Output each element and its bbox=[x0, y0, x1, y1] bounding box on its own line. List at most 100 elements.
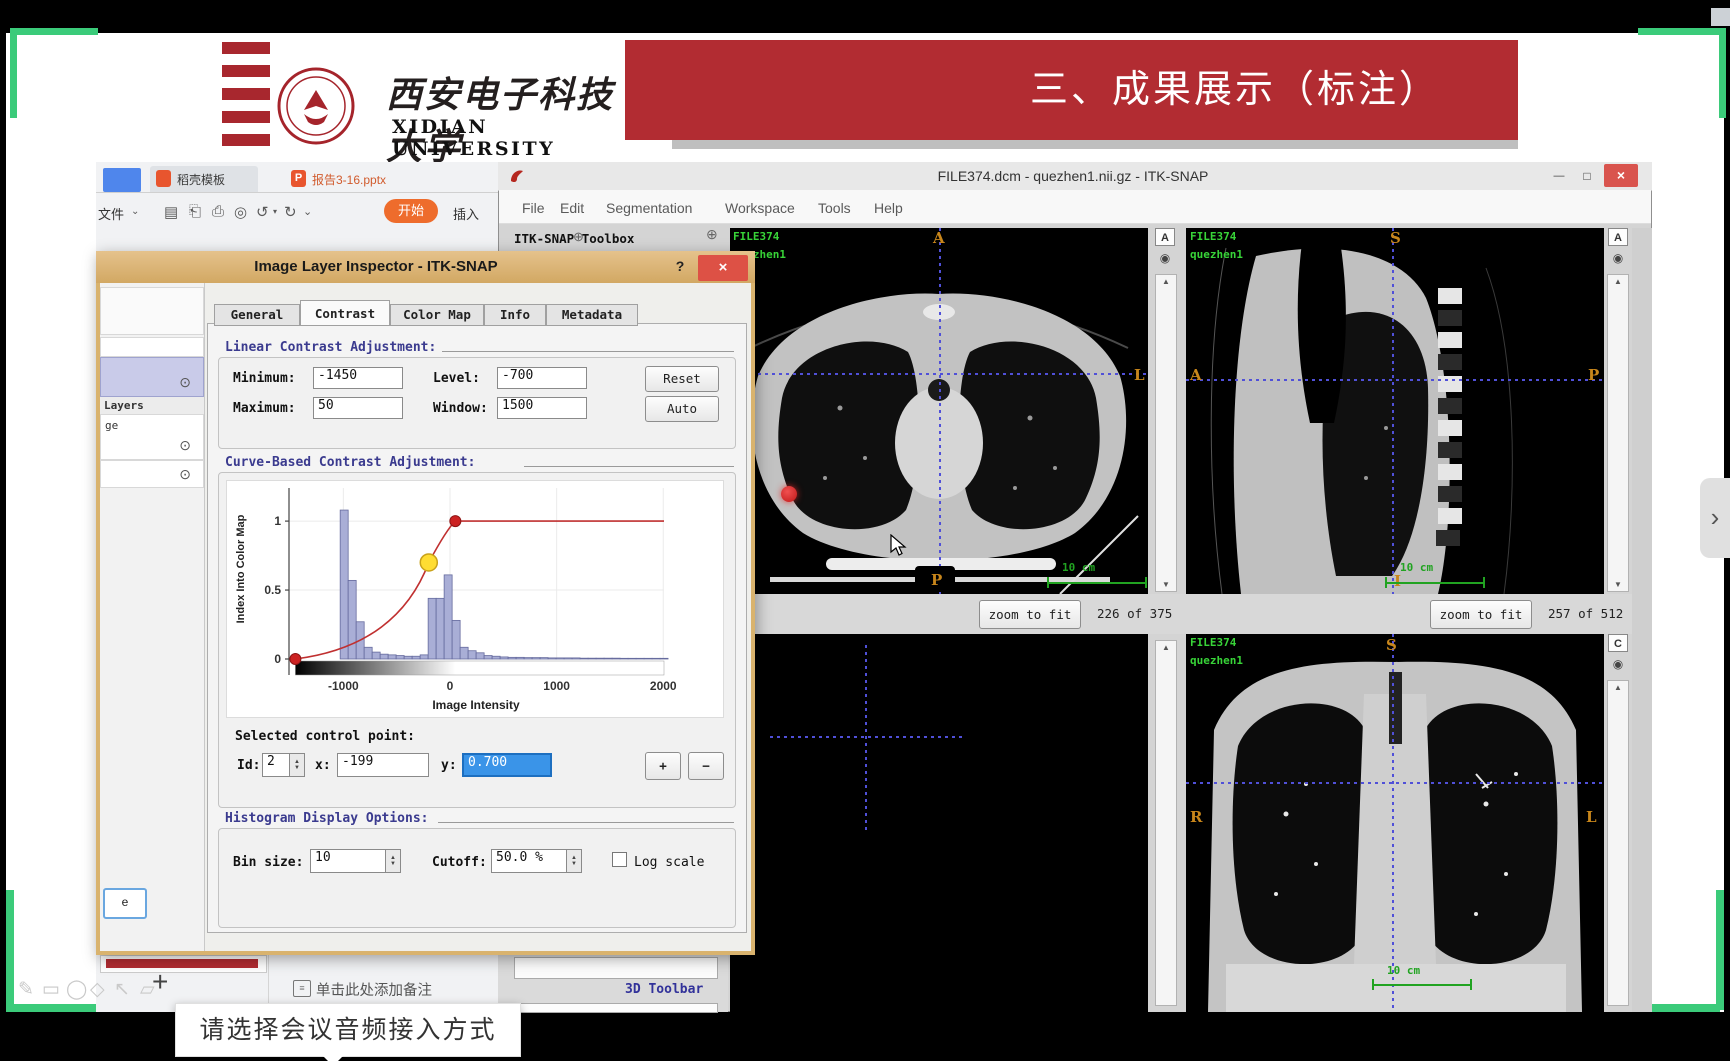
coronal-view[interactable] bbox=[1186, 634, 1604, 1012]
selected-control-point[interactable] bbox=[420, 554, 437, 571]
maximize-button[interactable]: □ bbox=[1576, 166, 1598, 186]
annotation-tool-icon-2[interactable]: A bbox=[1608, 228, 1628, 246]
level-field[interactable]: -700 bbox=[497, 367, 587, 389]
dialog-close-action-button[interactable]: e bbox=[103, 888, 147, 919]
empty-view[interactable] bbox=[730, 634, 1148, 1012]
deco-stripe bbox=[222, 42, 270, 54]
layer-options-icon[interactable]: ⊙ bbox=[179, 437, 191, 454]
close-button[interactable]: × bbox=[1604, 164, 1638, 187]
start-button[interactable]: 开始 bbox=[384, 199, 438, 223]
layer-row[interactable]: ge ⊙ bbox=[100, 414, 204, 460]
menu-edit[interactable]: Edit bbox=[560, 200, 584, 216]
auto-button[interactable]: Auto bbox=[645, 396, 719, 422]
rectangle-tool-icon[interactable]: ▭ bbox=[42, 978, 60, 1001]
wps-tab-template[interactable]: 稻壳模板 bbox=[150, 166, 258, 192]
dialog-close-button[interactable]: × bbox=[698, 255, 748, 281]
toolbar-dropdown-icon[interactable]: ⌄ bbox=[303, 205, 312, 218]
curve-control-point[interactable] bbox=[450, 516, 461, 527]
stamp-icon[interactable]: ⎗ bbox=[189, 203, 201, 220]
layer-options-icon[interactable]: ⊙ bbox=[179, 374, 191, 391]
window-field[interactable]: 1500 bbox=[497, 397, 587, 419]
scroll-up-icon[interactable]: ▲ bbox=[1156, 643, 1176, 652]
undo-icon[interactable]: ↺ bbox=[256, 203, 269, 221]
detach-icon[interactable]: ⊕ bbox=[573, 229, 584, 245]
shape-tool-icon[interactable]: ◇ bbox=[90, 978, 105, 1001]
pencil-icon[interactable]: ✎ bbox=[18, 978, 34, 1001]
menu-workspace[interactable]: Workspace bbox=[725, 200, 795, 216]
scroll-up-icon[interactable]: ▲ bbox=[1156, 277, 1176, 286]
meeting-audio-tooltip[interactable]: 请选择会议音频接入方式 bbox=[175, 1003, 521, 1057]
coronal-slice-scrollbar[interactable]: ▲ bbox=[1607, 680, 1629, 1006]
add-notes-hint[interactable]: 单击此处添加备注 bbox=[316, 979, 432, 1000]
cp-x-field[interactable]: -199 bbox=[337, 753, 429, 777]
panel-expand-chevron[interactable]: › bbox=[1700, 478, 1730, 558]
minimize-button[interactable]: — bbox=[1548, 166, 1570, 186]
layer-options-icon[interactable]: ⊙ bbox=[179, 466, 191, 483]
bin-size-field[interactable]: 10 bbox=[310, 849, 386, 873]
undo-caret-icon[interactable]: ▾ bbox=[273, 207, 277, 216]
cutoff-spinner[interactable]: ▲▼ bbox=[567, 849, 582, 873]
file-dropdown-icon[interactable]: ⌄ bbox=[131, 206, 139, 217]
id-field[interactable]: 2 bbox=[262, 753, 290, 777]
reset-button[interactable]: Reset bbox=[645, 366, 719, 392]
screenshot-camera-icon-2[interactable]: ◉ bbox=[1609, 251, 1627, 267]
tab-contrast[interactable]: Contrast bbox=[300, 300, 390, 326]
axial-slice-scrollbar[interactable]: ▲ ▼ bbox=[1155, 274, 1177, 592]
sagittal-slice-scrollbar[interactable]: ▲ ▼ bbox=[1607, 274, 1629, 592]
menu-segmentation[interactable]: Segmentation bbox=[606, 200, 692, 216]
menu-tools[interactable]: Tools bbox=[818, 200, 851, 216]
empty-view-scrollbar[interactable]: ▲ bbox=[1155, 640, 1177, 1006]
redo-icon[interactable]: ↻ bbox=[284, 203, 297, 221]
cursor-tool-icon[interactable]: ↖ bbox=[114, 978, 130, 1001]
wps-file-menu[interactable]: 文件 bbox=[98, 204, 124, 223]
add-control-point-button[interactable]: + bbox=[645, 752, 681, 780]
print-preview-icon[interactable]: ◎ bbox=[234, 203, 247, 221]
layer-row-selected[interactable]: ⊙ bbox=[100, 357, 204, 397]
log-scale-checkbox[interactable] bbox=[612, 852, 627, 867]
scroll-up-icon[interactable]: ▲ bbox=[1608, 277, 1628, 286]
layer-row[interactable] bbox=[100, 287, 204, 335]
maximum-field[interactable]: 50 bbox=[313, 397, 403, 419]
wps-tab-current[interactable] bbox=[103, 168, 141, 192]
layer-row[interactable]: ⊙ bbox=[100, 460, 204, 488]
layer-row[interactable] bbox=[100, 337, 204, 357]
ellipse-tool-icon[interactable]: ◯ bbox=[66, 978, 87, 1001]
id-spinner[interactable]: ▲▼ bbox=[290, 753, 305, 777]
scroll-down-icon[interactable]: ▼ bbox=[1156, 580, 1176, 589]
screenshot-camera-icon-3[interactable]: ◉ bbox=[1609, 657, 1627, 673]
wps-tab-document[interactable]: P 报告3-16.pptx bbox=[285, 166, 415, 192]
menu-file[interactable]: File bbox=[522, 200, 545, 216]
minimum-field[interactable]: -1450 bbox=[313, 367, 403, 389]
sagittal-view[interactable] bbox=[1186, 228, 1604, 594]
layer-row-label: ge bbox=[105, 419, 118, 432]
screenshot-c-icon[interactable]: C bbox=[1608, 634, 1628, 652]
curve-control-point[interactable] bbox=[290, 654, 301, 665]
bin-size-spinner[interactable]: ▲▼ bbox=[386, 849, 401, 873]
cutoff-field[interactable]: 50.0 % bbox=[491, 849, 567, 873]
toolbox-bottom-field[interactable] bbox=[514, 957, 718, 979]
tab-info[interactable]: Info bbox=[484, 304, 546, 326]
scroll-up-icon[interactable]: ▲ bbox=[1608, 683, 1628, 692]
toolbox-bottom-field-2[interactable] bbox=[514, 1003, 718, 1013]
remove-control-point-button[interactable]: − bbox=[688, 752, 724, 780]
scroll-down-icon[interactable]: ▼ bbox=[1608, 580, 1628, 589]
tab-color-map[interactable]: Color Map bbox=[390, 304, 484, 326]
screenshot-camera-icon[interactable]: ◉ bbox=[1156, 251, 1174, 267]
tab-general[interactable]: General bbox=[214, 304, 300, 326]
save-icon[interactable]: ▤ bbox=[164, 203, 178, 221]
menu-help[interactable]: Help bbox=[874, 200, 903, 216]
insert-button[interactable]: 插入 bbox=[453, 204, 479, 223]
annotation-tool-icon[interactable]: A bbox=[1155, 228, 1175, 246]
slide-thumbnail[interactable] bbox=[100, 955, 267, 973]
bracket-top-left-v bbox=[10, 28, 17, 118]
eraser-tool-icon[interactable]: ▱ bbox=[140, 978, 155, 1001]
cp-y-field[interactable]: 0.700 bbox=[462, 753, 552, 777]
detach-icon-2[interactable]: ⊕ bbox=[706, 226, 718, 243]
print-icon[interactable]: ⎙ bbox=[212, 203, 224, 220]
tab-metadata[interactable]: Metadata bbox=[546, 304, 638, 326]
dialog-help-button[interactable]: ? bbox=[670, 256, 690, 276]
contrast-curve-chart[interactable]: Index Into Color Map Image Intensity -10… bbox=[226, 480, 724, 718]
sagittal-zoom-to-fit-button[interactable]: zoom to fit bbox=[1430, 600, 1532, 629]
annotation-dot[interactable] bbox=[781, 486, 797, 502]
axial-zoom-to-fit-button[interactable]: zoom to fit bbox=[979, 600, 1081, 629]
